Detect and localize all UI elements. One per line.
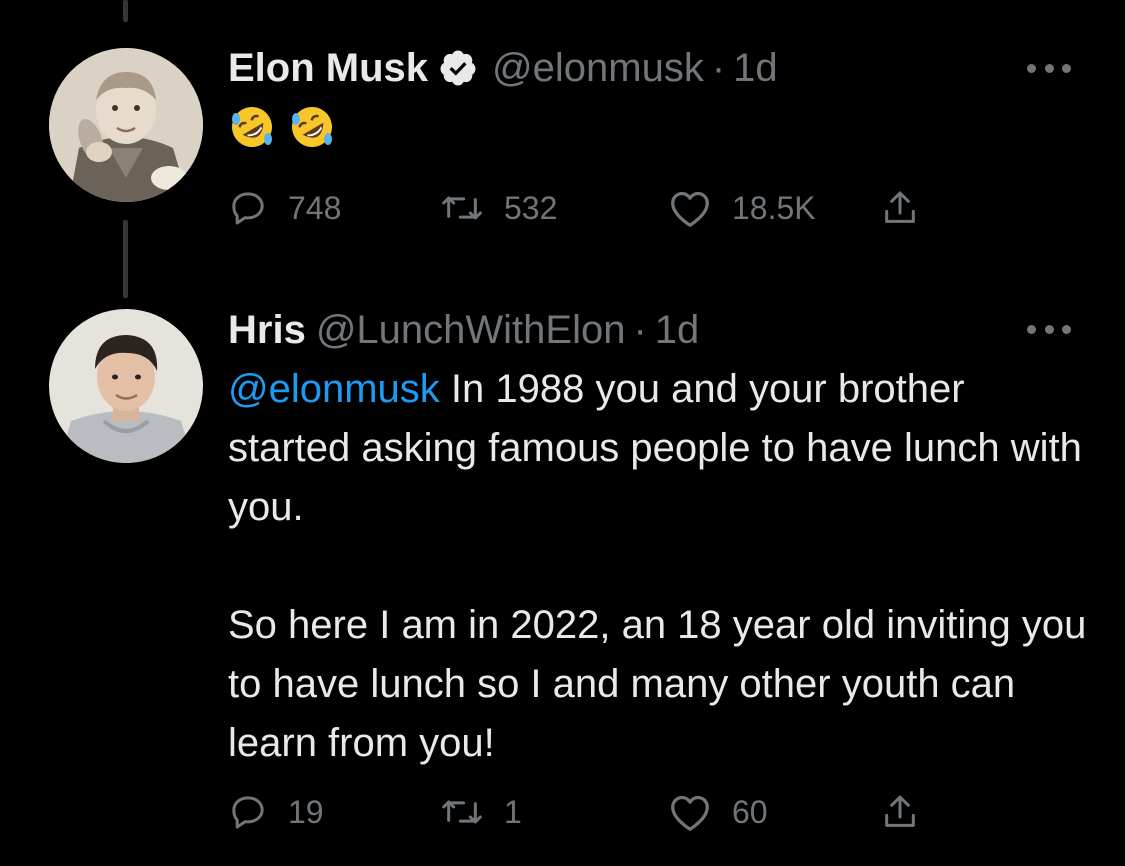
tweet-text xyxy=(228,103,336,151)
like-count: 60 xyxy=(732,793,768,830)
avatar[interactable] xyxy=(49,309,203,463)
retweet-count: 1 xyxy=(504,793,522,830)
share-icon xyxy=(885,191,915,223)
separator-dot: · xyxy=(633,308,647,352)
more-options-icon[interactable] xyxy=(1027,62,1071,74)
retweet-count: 532 xyxy=(504,189,558,226)
tweet-timestamp[interactable]: 1d xyxy=(655,306,700,354)
tweet-text: @elonmusk In 1988 you and your brother s… xyxy=(228,360,1088,773)
share-button[interactable] xyxy=(880,184,920,232)
author-name[interactable]: Elon Musk xyxy=(228,44,428,92)
reply-icon xyxy=(232,796,264,829)
author-handle[interactable]: @elonmusk xyxy=(492,44,704,92)
tweet-header: Hris @LunchWithElon · 1d xyxy=(228,306,699,354)
heart-icon xyxy=(671,795,709,831)
thread-connector-line xyxy=(123,220,128,298)
reply-count: 748 xyxy=(288,189,342,226)
thread-connector-line xyxy=(123,0,128,22)
separator-dot: · xyxy=(711,46,726,90)
share-button[interactable] xyxy=(880,788,920,836)
retweet-button[interactable]: 532 xyxy=(440,184,557,232)
mention-link[interactable]: @elonmusk xyxy=(228,367,440,411)
reply-button[interactable]: 748 xyxy=(228,184,341,232)
share-icon xyxy=(885,795,915,827)
retweet-icon xyxy=(442,800,482,824)
tweet-paragraph: So here I am in 2022, an 18 year old inv… xyxy=(228,603,1087,765)
author-handle[interactable]: @LunchWithElon xyxy=(316,306,626,354)
reply-icon xyxy=(232,192,264,225)
like-count: 18.5K xyxy=(732,189,816,226)
like-button[interactable]: 60 xyxy=(668,788,768,836)
tweet-paragraph: @elonmusk In 1988 you and your brother s… xyxy=(228,360,1088,537)
avatar-child-photo xyxy=(49,48,203,202)
more-options-icon[interactable] xyxy=(1027,323,1071,335)
tweet-header: Elon Musk @elonmusk · 1d xyxy=(228,44,778,92)
rolling-on-floor-laughing-emoji xyxy=(232,107,272,147)
author-name[interactable]: Hris xyxy=(228,306,306,354)
retweet-icon xyxy=(442,196,482,220)
avatar[interactable] xyxy=(49,48,203,202)
tweet-timestamp[interactable]: 1d xyxy=(733,44,778,92)
avatar-young-man-photo xyxy=(49,309,203,463)
verified-badge-icon xyxy=(438,48,478,88)
heart-icon xyxy=(671,191,709,227)
rolling-on-floor-laughing-emoji xyxy=(292,107,332,147)
reply-count: 19 xyxy=(288,793,324,830)
like-button[interactable]: 18.5K xyxy=(668,184,816,232)
retweet-button[interactable]: 1 xyxy=(440,788,522,836)
reply-button[interactable]: 19 xyxy=(228,788,324,836)
